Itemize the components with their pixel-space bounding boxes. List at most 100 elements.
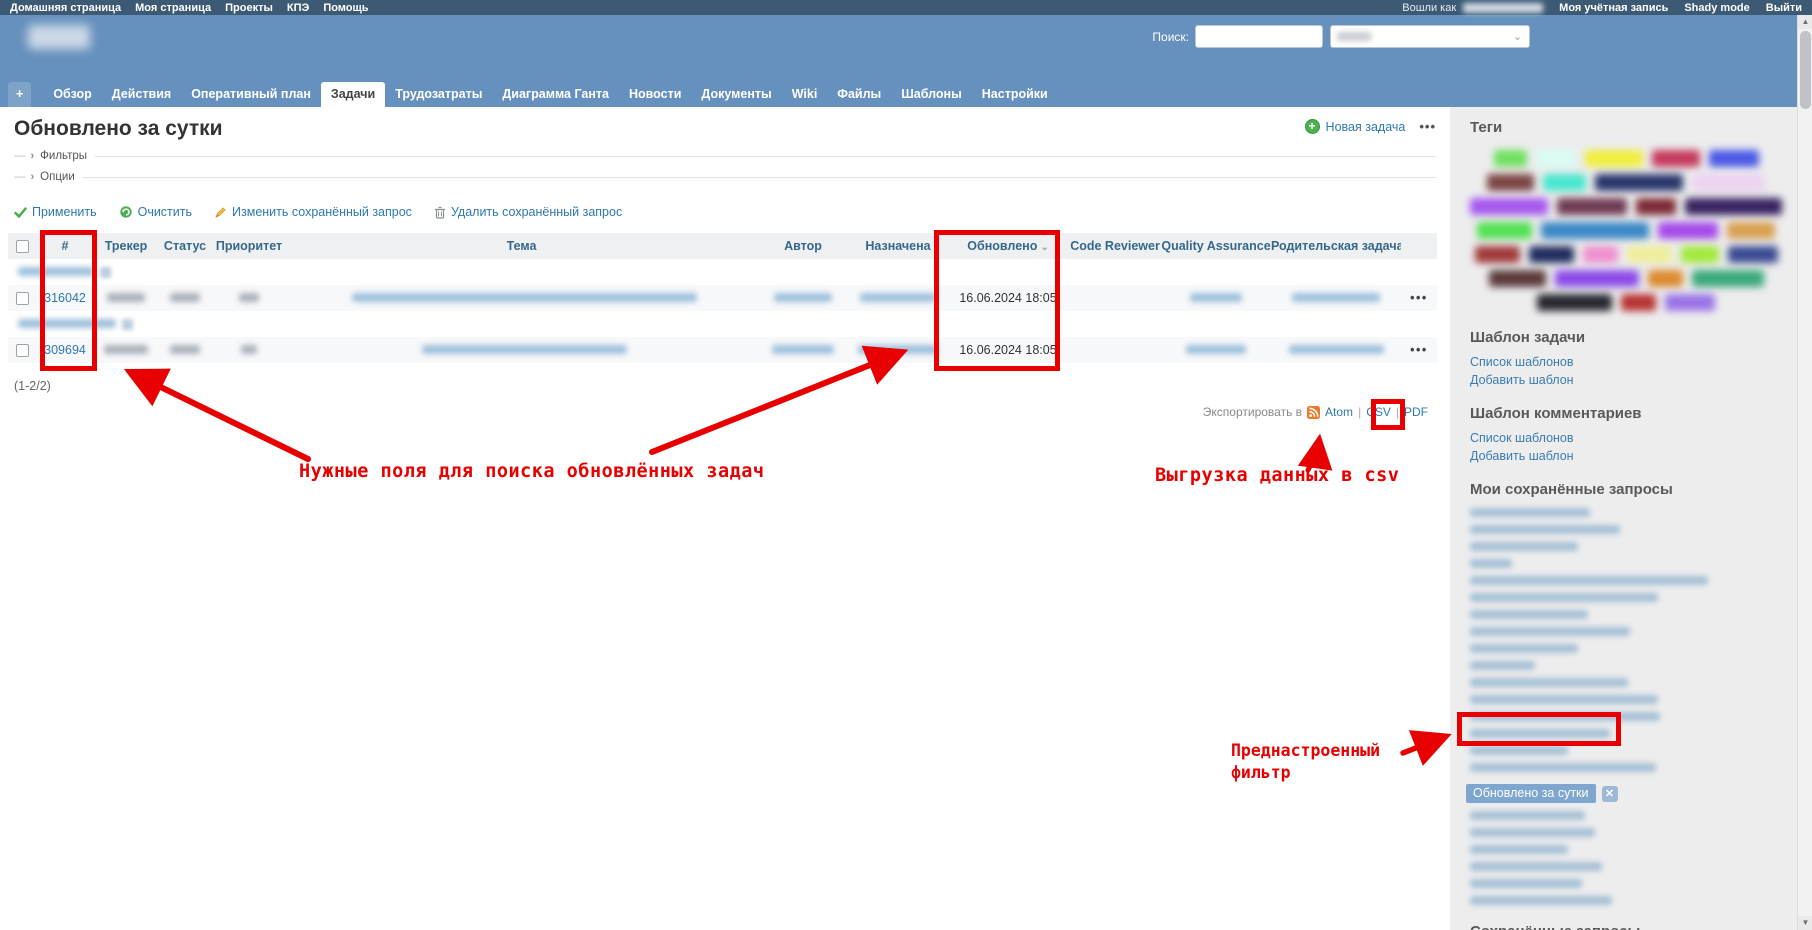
redacted-query-link[interactable]	[1470, 879, 1582, 888]
export-pdf-link[interactable]: PDF	[1404, 405, 1428, 419]
tag-pill[interactable]	[1541, 222, 1649, 239]
tag-pill[interactable]	[1627, 246, 1672, 263]
scrollbar-thumb[interactable]	[1800, 31, 1811, 109]
issue-id-link[interactable]: 316042	[44, 291, 86, 305]
col-header-priority[interactable]: Приоритет	[212, 233, 286, 259]
scroll-down-icon[interactable]: ▼	[1798, 916, 1812, 930]
row-checkbox[interactable]	[16, 344, 29, 357]
tab-issues[interactable]: Задачи	[321, 82, 385, 107]
tag-pill[interactable]	[1648, 270, 1683, 287]
tag-pill[interactable]	[1652, 150, 1700, 167]
select-all-checkbox[interactable]	[16, 240, 29, 253]
tag-pill[interactable]	[1685, 198, 1782, 215]
tab-gantt[interactable]: Диаграмма Ганта	[492, 82, 619, 107]
col-header-assignee[interactable]: Назначена	[849, 233, 947, 259]
redacted-query-link[interactable]	[1470, 678, 1628, 687]
top-link-home[interactable]: Домашняя страница	[10, 2, 121, 14]
redacted-query-link[interactable]	[1470, 610, 1588, 619]
redacted-query-link[interactable]	[1470, 712, 1660, 721]
table-row[interactable]: 316042 16.06.2024 18:05 •••	[8, 285, 1437, 311]
tag-pill[interactable]	[1583, 246, 1618, 263]
redacted-query-link[interactable]	[1470, 695, 1658, 704]
redacted-query-link[interactable]	[1470, 559, 1512, 568]
export-csv-link[interactable]: CSV	[1366, 405, 1391, 419]
project-jump-select[interactable]: ⌄	[1330, 25, 1530, 48]
options-toggle[interactable]: — › Опции	[14, 171, 1436, 183]
tag-pill[interactable]	[1681, 246, 1719, 263]
tag-pill[interactable]	[1543, 174, 1586, 191]
tab-news[interactable]: Новости	[619, 82, 691, 107]
row-checkbox[interactable]	[16, 292, 29, 305]
row-actions-menu[interactable]: •••	[1410, 291, 1428, 305]
edit-saved-query-button[interactable]: Изменить сохранённый запрос	[214, 205, 412, 219]
tab-overview[interactable]: Обзор	[43, 82, 101, 107]
comment-template-add-link[interactable]: Добавить шаблон	[1470, 449, 1779, 463]
redacted-query-link[interactable]	[1470, 896, 1612, 905]
tag-pill[interactable]	[1537, 294, 1612, 311]
search-input[interactable]	[1195, 25, 1323, 48]
tag-pill[interactable]	[1475, 246, 1520, 263]
col-header-subject[interactable]: Тема	[286, 233, 757, 259]
tag-pill[interactable]	[1636, 198, 1676, 215]
tab-files[interactable]: Файлы	[827, 82, 891, 107]
redacted-query-link[interactable]	[1470, 763, 1656, 772]
export-atom-link[interactable]: Atom	[1325, 405, 1353, 419]
row-actions-menu[interactable]: •••	[1410, 343, 1428, 357]
tag-pill[interactable]	[1658, 222, 1718, 239]
redacted-query-link[interactable]	[1470, 593, 1658, 602]
tag-pill[interactable]	[1557, 198, 1627, 215]
tab-activity[interactable]: Действия	[102, 82, 181, 107]
redacted-query-link[interactable]	[1470, 729, 1610, 738]
highlighted-query[interactable]: Обновлено за сутки ✕	[1466, 784, 1618, 803]
tag-pill[interactable]	[1536, 150, 1576, 167]
page-more-menu[interactable]: •••	[1419, 119, 1436, 134]
tab-documents[interactable]: Документы	[691, 82, 781, 107]
redacted-query-link[interactable]	[1470, 661, 1535, 670]
close-icon[interactable]: ✕	[1602, 786, 1618, 802]
col-header-status[interactable]: Статус	[158, 233, 212, 259]
top-link-kpi[interactable]: КПЭ	[287, 2, 309, 14]
tag-pill[interactable]	[1692, 174, 1765, 191]
top-link-logout[interactable]: Выйти	[1766, 2, 1802, 14]
tag-pill[interactable]	[1727, 222, 1775, 239]
redacted-query-link[interactable]	[1470, 542, 1578, 551]
vertical-scrollbar[interactable]: ▲ ▼	[1797, 15, 1812, 930]
top-link-my-page[interactable]: Моя страница	[135, 2, 211, 14]
redacted-query-link[interactable]	[1470, 576, 1708, 585]
comment-template-list-link[interactable]: Список шаблонов	[1470, 431, 1779, 445]
tab-templates[interactable]: Шаблоны	[891, 82, 972, 107]
group-row[interactable]	[8, 311, 1437, 337]
redacted-query-link[interactable]	[1470, 525, 1620, 534]
highlighted-query-label[interactable]: Обновлено за сутки	[1466, 784, 1596, 803]
redacted-query-link[interactable]	[1470, 644, 1578, 653]
clear-button[interactable]: Очистить	[119, 205, 192, 219]
expand-icon[interactable]	[122, 319, 133, 330]
tag-pill[interactable]	[1595, 174, 1683, 191]
tag-pill[interactable]	[1665, 294, 1715, 311]
top-link-account[interactable]: Моя учётная запись	[1559, 2, 1668, 14]
tag-pill[interactable]	[1621, 294, 1656, 311]
tag-pill[interactable]	[1470, 198, 1548, 215]
tag-pill[interactable]	[1692, 270, 1764, 287]
tab-settings[interactable]: Настройки	[972, 82, 1058, 107]
col-header-parent-task[interactable]: Родительская задача	[1271, 233, 1401, 259]
expand-icon[interactable]	[100, 267, 111, 278]
redacted-query-link[interactable]	[1470, 862, 1602, 871]
filters-toggle[interactable]: — › Фильтры	[14, 150, 1436, 162]
template-add-link[interactable]: Добавить шаблон	[1470, 373, 1779, 387]
tag-pill[interactable]	[1709, 150, 1759, 167]
tab-operational-plan[interactable]: Оперативный план	[181, 82, 321, 107]
tag-pill[interactable]	[1529, 246, 1574, 263]
tab-spent-time[interactable]: Трудозатраты	[385, 82, 492, 107]
tag-pill[interactable]	[1555, 270, 1639, 287]
table-row[interactable]: 309694 16.06.2024 18:05 •••	[8, 337, 1437, 363]
new-issue-button[interactable]: Новая задача	[1326, 120, 1406, 134]
col-header-id[interactable]: #	[36, 233, 94, 259]
group-row[interactable]	[8, 259, 1437, 285]
tag-pill[interactable]	[1489, 270, 1546, 287]
redacted-query-link[interactable]	[1470, 828, 1595, 837]
tab-add[interactable]: +	[8, 82, 31, 107]
template-list-link[interactable]: Список шаблонов	[1470, 355, 1779, 369]
tag-pill[interactable]	[1477, 222, 1532, 239]
top-link-help[interactable]: Помощь	[323, 2, 368, 14]
